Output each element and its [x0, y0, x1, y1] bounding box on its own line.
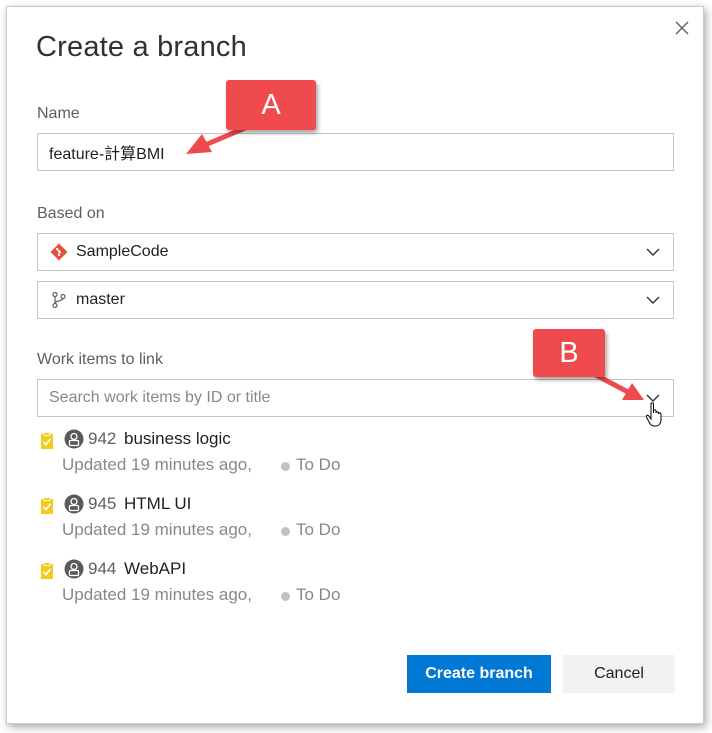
repository-dropdown[interactable]: SampleCode: [37, 233, 674, 271]
work-item-id: 945: [88, 494, 117, 513]
create-branch-button[interactable]: Create branch: [407, 655, 551, 693]
work-item-row[interactable]: 944 WebAPI Updated 19 minutes ago, To Do: [37, 557, 637, 617]
avatar-icon: [64, 494, 84, 514]
repository-value: SampleCode: [76, 243, 169, 260]
branch-dropdown[interactable]: master: [37, 281, 674, 319]
task-icon: [41, 432, 53, 449]
chevron-down-icon: [646, 296, 660, 304]
task-icon: [41, 497, 53, 514]
state-dot: [281, 527, 290, 536]
task-icon: [41, 562, 53, 579]
work-item-updated: Updated 19 minutes ago,: [62, 455, 252, 474]
work-item-state: To Do: [296, 585, 341, 604]
state-dot: [281, 592, 290, 601]
state-dot: [281, 462, 290, 471]
work-items-search-input[interactable]: Search work items by ID or title: [37, 379, 674, 417]
name-label: Name: [37, 105, 80, 122]
cancel-button[interactable]: Cancel: [563, 655, 675, 693]
git-repo-icon: [50, 243, 68, 261]
git-branch-icon: [50, 291, 68, 309]
close-icon: [675, 21, 689, 35]
work-item-state: To Do: [296, 455, 341, 474]
work-items-label: Work items to link: [37, 351, 163, 368]
based-on-label: Based on: [37, 205, 105, 222]
work-item-title: business logic: [124, 429, 231, 448]
branch-value: master: [76, 291, 125, 308]
work-item-row[interactable]: 942 business logic Updated 19 minutes ag…: [37, 427, 637, 487]
work-items-search-placeholder: Search work items by ID or title: [49, 389, 271, 406]
callout-a: A: [226, 80, 316, 130]
close-button[interactable]: [669, 15, 695, 41]
work-item-id: 944: [88, 559, 117, 578]
work-item-updated: Updated 19 minutes ago,: [62, 585, 252, 604]
work-item-state: To Do: [296, 520, 341, 539]
callout-b: B: [533, 329, 605, 377]
chevron-down-icon: [646, 248, 660, 256]
work-item-id: 942: [88, 429, 117, 448]
avatar-icon: [64, 429, 84, 449]
chevron-down-icon[interactable]: [645, 391, 661, 405]
work-item-updated: Updated 19 minutes ago,: [62, 520, 252, 539]
work-item-title: HTML UI: [124, 494, 192, 513]
avatar-icon: [64, 559, 84, 579]
branch-name-value: feature-計算BMI: [49, 146, 165, 163]
work-item-title: WebAPI: [124, 559, 187, 578]
branch-name-input[interactable]: feature-計算BMI: [37, 133, 674, 171]
dialog-title: Create a branch: [36, 31, 247, 63]
work-item-row[interactable]: 945 HTML UI Updated 19 minutes ago, To D…: [37, 492, 637, 552]
